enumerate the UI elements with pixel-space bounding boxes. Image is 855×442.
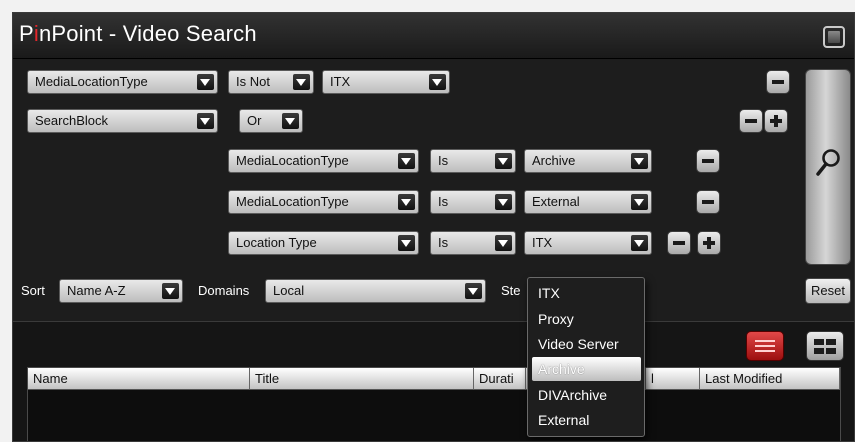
dropdown-label: Is (438, 153, 449, 168)
column-header-partial[interactable]: l (646, 368, 700, 390)
chevron-down-icon (398, 153, 415, 169)
filter-value-dropdown-open[interactable]: ITX (524, 231, 652, 255)
filter-value-dropdown[interactable]: ITX (322, 70, 450, 94)
add-condition-button[interactable] (697, 231, 721, 255)
dropdown-label: MediaLocationType (35, 74, 148, 89)
filter-value-dropdown[interactable]: External (524, 190, 652, 214)
domains-dropdown[interactable]: Local (265, 279, 486, 303)
dropdown-label: MediaLocationType (236, 153, 349, 168)
partial-label: Ste (501, 283, 521, 298)
chevron-down-icon (429, 74, 446, 90)
dropdown-label: MediaLocationType (236, 194, 349, 209)
menu-item-divarchive[interactable]: DIVArchive (532, 383, 641, 407)
remove-condition-button[interactable] (696, 190, 720, 214)
list-view-icon[interactable] (746, 331, 784, 361)
filter-field-dropdown[interactable]: MediaLocationType (27, 70, 218, 94)
menu-item-archive[interactable]: Archive (532, 357, 641, 381)
add-condition-button[interactable] (764, 109, 788, 133)
column-header-duration[interactable]: Durati (474, 368, 526, 390)
grid-cell (826, 339, 836, 345)
dropdown-label: Archive (532, 153, 576, 168)
grid-cell (826, 348, 836, 354)
reset-button[interactable]: Reset (805, 278, 851, 304)
filter-field-dropdown[interactable]: MediaLocationType (228, 149, 419, 173)
dropdown-label: Or (247, 113, 262, 128)
chevron-down-icon (631, 235, 648, 251)
results-table: Name Title Durati l Last Modified (27, 367, 841, 441)
dropdown-label: Location Type (236, 235, 317, 250)
chevron-down-icon (631, 194, 648, 210)
remove-condition-button[interactable] (766, 70, 790, 94)
filter-operator-dropdown[interactable]: Is (430, 231, 516, 255)
menu-item-video-server[interactable]: Video Server (532, 332, 641, 356)
list-line (755, 340, 775, 342)
filter-field-dropdown[interactable]: MediaLocationType (228, 190, 419, 214)
menu-item-itx[interactable]: ITX (532, 281, 641, 305)
results-panel: Name Title Durati l Last Modified (13, 321, 854, 441)
title-part: nPoint - Video Search (38, 21, 257, 46)
grid-cell (814, 339, 824, 345)
filter-operator-dropdown[interactable]: Is Not (228, 70, 314, 94)
filter-operator-dropdown[interactable]: Is (430, 149, 516, 173)
grid-view-icon[interactable] (806, 331, 844, 361)
dropdown-label: Name A-Z (67, 283, 126, 298)
maximize-icon[interactable] (823, 26, 845, 48)
dropdown-label: Is Not (236, 74, 270, 89)
filter-panel: MediaLocationType Is Not ITX SearchBlock… (13, 59, 854, 321)
menu-item-proxy[interactable]: Proxy (532, 307, 641, 331)
logic-operator-dropdown[interactable]: Or (239, 109, 303, 133)
dropdown-label: Is (438, 235, 449, 250)
sort-label: Sort (21, 283, 45, 298)
chevron-down-icon (495, 235, 512, 251)
dropdown-label: External (532, 194, 580, 209)
dropdown-label: Local (273, 283, 305, 298)
list-line (755, 345, 775, 347)
menu-item-external[interactable]: External (532, 408, 641, 432)
location-type-menu: ITX Proxy Video Server Archive DIVArchiv… (527, 277, 645, 437)
chevron-down-icon (465, 283, 482, 299)
dropdown-label: SearchBlock (35, 113, 108, 128)
column-header-name[interactable]: Name (28, 368, 250, 390)
chevron-down-icon (282, 113, 299, 129)
list-line (755, 350, 775, 352)
chevron-down-icon (197, 113, 214, 129)
chevron-down-icon (398, 194, 415, 210)
search-button[interactable] (805, 69, 851, 265)
remove-condition-button[interactable] (696, 149, 720, 173)
chevron-down-icon (162, 283, 179, 299)
chevron-down-icon (631, 153, 648, 169)
window-title: PinPoint - Video Search (19, 21, 257, 47)
sort-dropdown[interactable]: Name A-Z (59, 279, 183, 303)
search-block-dropdown[interactable]: SearchBlock (27, 109, 218, 133)
title-bar: PinPoint - Video Search (13, 13, 854, 59)
title-part: P (19, 21, 34, 46)
filter-operator-dropdown[interactable]: Is (430, 190, 516, 214)
column-header-title[interactable]: Title (250, 368, 474, 390)
chevron-down-icon (495, 153, 512, 169)
chevron-down-icon (293, 74, 310, 90)
remove-block-button[interactable] (739, 109, 763, 133)
magnifier-icon (816, 149, 840, 176)
chevron-down-icon (197, 74, 214, 90)
chevron-down-icon (398, 235, 415, 251)
chevron-down-icon (495, 194, 512, 210)
pinpoint-window: PinPoint - Video Search MediaLocationTyp… (12, 12, 855, 442)
dropdown-label: Is (438, 194, 449, 209)
column-header-last-modified[interactable]: Last Modified (700, 368, 840, 390)
filter-field-dropdown[interactable]: Location Type (228, 231, 419, 255)
dropdown-label: ITX (532, 235, 553, 250)
domains-label: Domains (198, 283, 250, 298)
dropdown-label: ITX (330, 74, 351, 89)
remove-condition-button[interactable] (667, 231, 691, 255)
grid-cell (814, 348, 824, 354)
filter-value-dropdown[interactable]: Archive (524, 149, 652, 173)
